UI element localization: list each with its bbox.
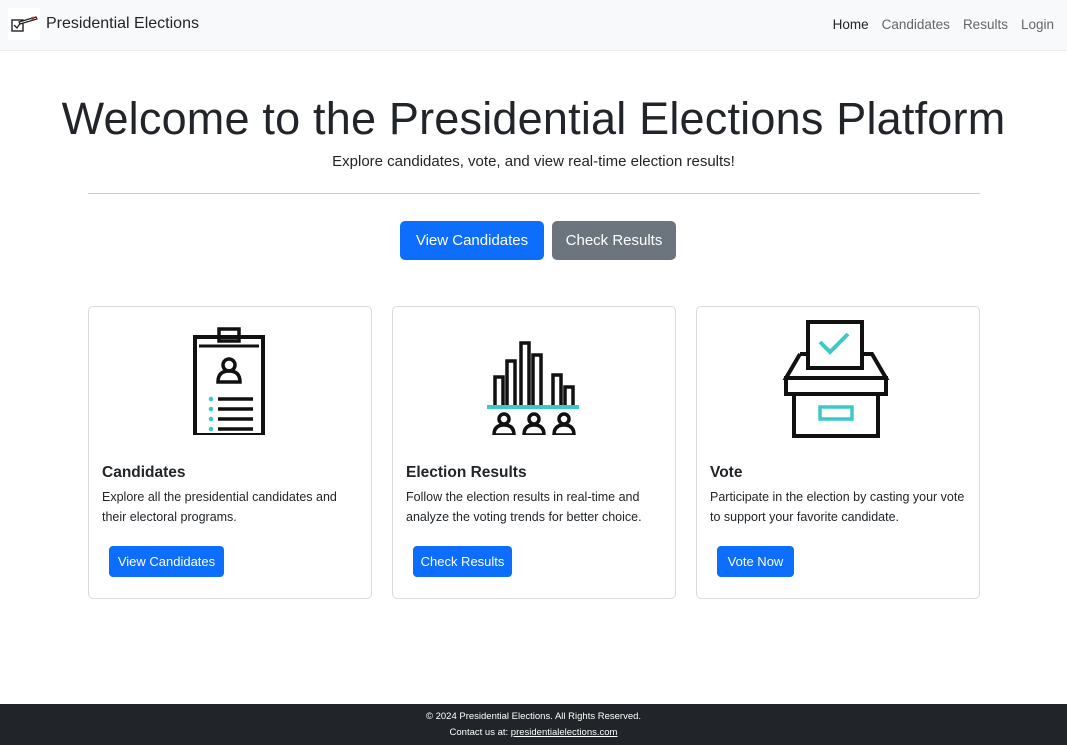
check-results-card-button[interactable]: Check Results xyxy=(413,546,512,577)
view-candidates-card-button[interactable]: View Candidates xyxy=(109,546,224,577)
election-results-chart-icon xyxy=(393,315,675,445)
brand-title: Presidential Elections xyxy=(46,15,199,32)
nav-links: Home Candidates Results Login xyxy=(833,16,1054,34)
footer-contact-link[interactable]: presidentialelections.com xyxy=(511,727,618,738)
footer-contact-label: Contact us at: xyxy=(449,727,511,738)
card-title: Candidates xyxy=(102,464,186,481)
footer-contact: Contact us at: presidentialelections.com xyxy=(0,727,1067,738)
vote-now-button[interactable]: Vote Now xyxy=(717,546,794,577)
navbar-brand[interactable]: Presidential Elections xyxy=(8,7,199,41)
check-results-button[interactable]: Check Results xyxy=(552,221,676,260)
nav-home[interactable]: Home xyxy=(833,16,869,34)
card-text: Participate in the election by casting y… xyxy=(710,490,965,524)
card-title: Vote xyxy=(710,464,743,481)
nav-candidates[interactable]: Candidates xyxy=(882,16,950,34)
candidate-id-badge-icon xyxy=(89,315,371,445)
footer: © 2024 Presidential Elections. All Right… xyxy=(0,704,1067,745)
navbar: Presidential Elections Home Candidates R… xyxy=(0,0,1067,51)
nav-login[interactable]: Login xyxy=(1021,16,1054,34)
page-subtitle: Explore candidates, vote, and view real-… xyxy=(332,153,735,170)
election-results-card: Election Results Follow the election res… xyxy=(392,306,676,599)
card-text: Explore all the presidential candidates … xyxy=(102,490,337,524)
vote-card: Vote Participate in the election by cast… xyxy=(696,306,980,599)
card-title: Election Results xyxy=(406,464,527,481)
nav-results[interactable]: Results xyxy=(963,16,1008,34)
page-title: Welcome to the Presidential Elections Pl… xyxy=(61,93,1006,144)
footer-copyright: © 2024 Presidential Elections. All Right… xyxy=(425,711,642,722)
card-text: Follow the election results in real-time… xyxy=(406,490,642,524)
ballot-logo-icon xyxy=(8,8,40,40)
view-candidates-button[interactable]: View Candidates xyxy=(400,221,544,260)
candidates-card: Candidates Explore all the presidential … xyxy=(88,306,372,599)
hero-divider xyxy=(88,193,980,194)
ballot-box-icon xyxy=(697,315,979,445)
